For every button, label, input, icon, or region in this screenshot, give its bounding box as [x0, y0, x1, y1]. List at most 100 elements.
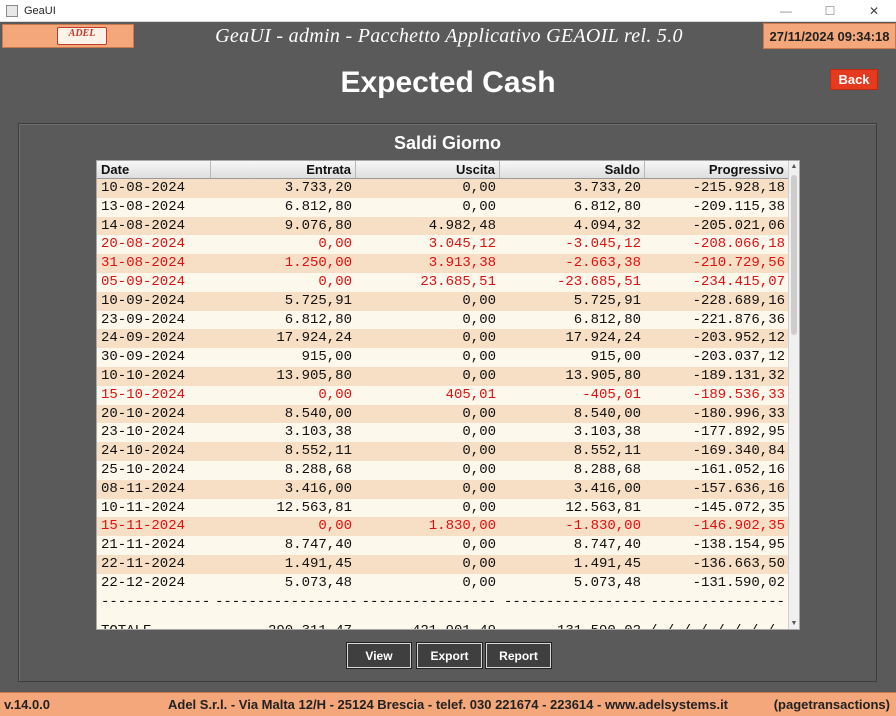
- cell-entrata: 3.103,38: [284, 424, 352, 441]
- cell-entrata: 13.905,80: [276, 367, 352, 384]
- separator-cell: -------------: [101, 593, 211, 610]
- table-row[interactable]: 15-11-2024 0,00 1.830,00 -1.830,00 -146.902,…: [97, 517, 789, 537]
- cell-saldo: 12.563,81: [565, 499, 641, 516]
- cell-date: 22-12-2024: [101, 574, 186, 591]
- back-button[interactable]: Back: [830, 69, 878, 90]
- cell-entrata: 6.812,80: [284, 198, 352, 215]
- cell-saldo: 915,00: [590, 349, 641, 366]
- cell-saldo: 3.416,00: [573, 480, 641, 497]
- cell-saldo: -1.830,00: [565, 518, 641, 535]
- scroll-down-icon[interactable]: ▼: [789, 618, 799, 629]
- cell-progressivo: -209.115,38: [692, 198, 785, 215]
- cell-uscita: 23.685,51: [420, 273, 496, 290]
- table-row[interactable]: 23-09-2024 6.812,80 0,00 6.812,80 -221.876,3…: [97, 310, 789, 330]
- cell-date: 10-10-2024: [101, 367, 186, 384]
- cell-date: 31-08-2024: [101, 255, 186, 272]
- table-row[interactable]: 21-11-2024 8.747,40 0,00 8.747,40 -138.154,9…: [97, 536, 789, 555]
- table-row[interactable]: 22-11-2024 1.491,45 0,00 1.491,45 -136.663,5…: [97, 554, 789, 574]
- table-row[interactable]: 10-09-2024 5.725,91 0,00 5.725,91 -228.689,1…: [97, 291, 789, 311]
- separator-cell: ----------------: [650, 593, 785, 610]
- cell-date: 10-09-2024: [101, 292, 186, 309]
- report-button[interactable]: Report: [485, 642, 552, 669]
- datetime-display: 27/11/2024 09:34:18: [763, 23, 896, 49]
- table-row[interactable]: 23-10-2024 3.103,38 0,00 3.103,38 -177.892,9…: [97, 423, 789, 443]
- cell-entrata: 0,00: [318, 236, 352, 253]
- scroll-thumb[interactable]: [791, 175, 797, 335]
- cell-uscita: 0,00: [462, 311, 496, 328]
- cell-entrata: 6.812,80: [284, 311, 352, 328]
- table-row[interactable]: 10-11-2024 12.563,81 0,00 12.563,81 -145.072…: [97, 498, 789, 518]
- cell-progressivo: -136.663,50: [692, 555, 785, 572]
- spacer: [97, 610, 789, 621]
- cell-date: 05-09-2024: [101, 273, 186, 290]
- maximize-icon[interactable]: ☐: [808, 0, 852, 22]
- table-row[interactable]: 25-10-2024 8.288,68 0,00 8.288,68 -161.052,1…: [97, 460, 789, 480]
- cell-saldo: 3.733,20: [573, 180, 641, 196]
- separator-cell: -----------------: [504, 593, 645, 610]
- cell-progressivo: -177.892,95: [692, 424, 785, 441]
- cell-date: 15-11-2024: [101, 518, 186, 535]
- cell-date: 10-08-2024: [101, 180, 186, 196]
- total-label: TOTALE: [97, 621, 211, 629]
- cell-saldo: 4.094,32: [573, 217, 641, 234]
- cell-saldo: -2.663,38: [565, 255, 641, 272]
- cell-date: 22-11-2024: [101, 555, 186, 572]
- cell-entrata: 3.733,20: [284, 180, 352, 196]
- table-row[interactable]: 14-08-2024 9.076,80 4.982,48 4.094,32 -205.0…: [97, 216, 789, 236]
- grid-body: 10-08-2024 3.733,20 0,00 3.733,20 -215.928,1…: [97, 179, 789, 629]
- cell-uscita: 0,00: [462, 180, 496, 196]
- cell-entrata: 0,00: [318, 386, 352, 403]
- app-title: GeaUI - admin - Pacchetto Applicativo GE…: [215, 25, 683, 47]
- company-info: Adel S.r.l. - Via Malta 12/H - 25124 Bre…: [167, 697, 729, 712]
- table-row[interactable]: 05-09-2024 0,00 23.685,51 -23.685,51 -234.41…: [97, 272, 789, 292]
- cell-uscita: 0,00: [462, 480, 496, 497]
- column-header-entrata[interactable]: Entrata: [211, 161, 356, 178]
- column-header-progressivo[interactable]: Progressivo: [645, 161, 789, 178]
- cell-saldo: 5.073,48: [573, 574, 641, 591]
- cell-entrata: 17.924,24: [276, 330, 352, 347]
- cell-uscita: 0,00: [462, 367, 496, 384]
- cell-progressivo: -189.536,33: [692, 386, 785, 403]
- total-saldo: -131.590,02: [500, 621, 645, 629]
- total-row: TOTALE 290.311,47 421.901,49 -131.590,02…: [97, 620, 789, 629]
- grid-scrollbar[interactable]: ▲ ▼: [788, 161, 799, 629]
- table-row[interactable]: 10-10-2024 13.905,80 0,00 13.905,80 -189.131…: [97, 366, 789, 386]
- table-row[interactable]: 10-08-2024 3.733,20 0,00 3.733,20 -215.928,1…: [97, 179, 789, 198]
- total-progressivo: / / / / / / / /: [645, 621, 789, 629]
- cell-entrata: 5.725,91: [284, 292, 352, 309]
- cell-progressivo: -161.052,16: [692, 461, 785, 478]
- column-header-uscita[interactable]: Uscita: [356, 161, 500, 178]
- column-header-saldo[interactable]: Saldo: [500, 161, 645, 178]
- cell-progressivo: -203.952,12: [692, 330, 785, 347]
- cell-progressivo: -210.729,56: [692, 255, 785, 272]
- close-icon[interactable]: ✕: [852, 0, 896, 22]
- page-title: Expected Cash: [340, 66, 556, 99]
- separator-row: ------------- ----------------- --------…: [97, 592, 789, 611]
- cell-date: 30-09-2024: [101, 349, 186, 366]
- scroll-up-icon[interactable]: ▲: [789, 161, 799, 172]
- cell-date: 24-10-2024: [101, 443, 186, 460]
- table-row[interactable]: 08-11-2024 3.416,00 0,00 3.416,00 -157.636,1…: [97, 479, 789, 499]
- cell-saldo: 1.491,45: [573, 555, 641, 572]
- table-row[interactable]: 20-10-2024 8.540,00 0,00 8.540,00 -180.996,3…: [97, 404, 789, 424]
- cell-entrata: 8.540,00: [284, 405, 352, 422]
- table-row[interactable]: 22-12-2024 5.073,48 0,00 5.073,48 -131.590,0…: [97, 573, 789, 593]
- table-row[interactable]: 20-08-2024 0,00 3.045,12 -3.045,12 -208.066,…: [97, 235, 789, 255]
- cell-date: 20-08-2024: [101, 236, 186, 253]
- table-row[interactable]: 24-09-2024 17.924,24 0,00 17.924,24 -203.952…: [97, 329, 789, 349]
- cell-date: 23-09-2024: [101, 311, 186, 328]
- minimize-icon[interactable]: —: [764, 0, 808, 22]
- view-button[interactable]: View: [346, 642, 412, 669]
- export-button[interactable]: Export: [416, 642, 483, 669]
- cell-progressivo: -203.037,12: [692, 349, 785, 366]
- cell-saldo: -3.045,12: [565, 236, 641, 253]
- cell-entrata: 12.563,81: [276, 499, 352, 516]
- table-row[interactable]: 30-09-2024 915,00 0,00 915,00 -203.037,12: [97, 348, 789, 367]
- table-row[interactable]: 15-10-2024 0,00 405,01 -405,01 -189.536,33: [97, 385, 789, 405]
- table-row[interactable]: 31-08-2024 1.250,00 3.913,38 -2.663,38 -210.…: [97, 254, 789, 273]
- cell-saldo: 8.288,68: [573, 461, 641, 478]
- table-row[interactable]: 13-08-2024 6.812,80 0,00 6.812,80 -209.115,3…: [97, 197, 789, 217]
- cell-saldo: 8.747,40: [573, 537, 641, 554]
- table-row[interactable]: 24-10-2024 8.552,11 0,00 8.552,11 -169.340,8…: [97, 442, 789, 461]
- column-header-date[interactable]: Date: [97, 161, 211, 178]
